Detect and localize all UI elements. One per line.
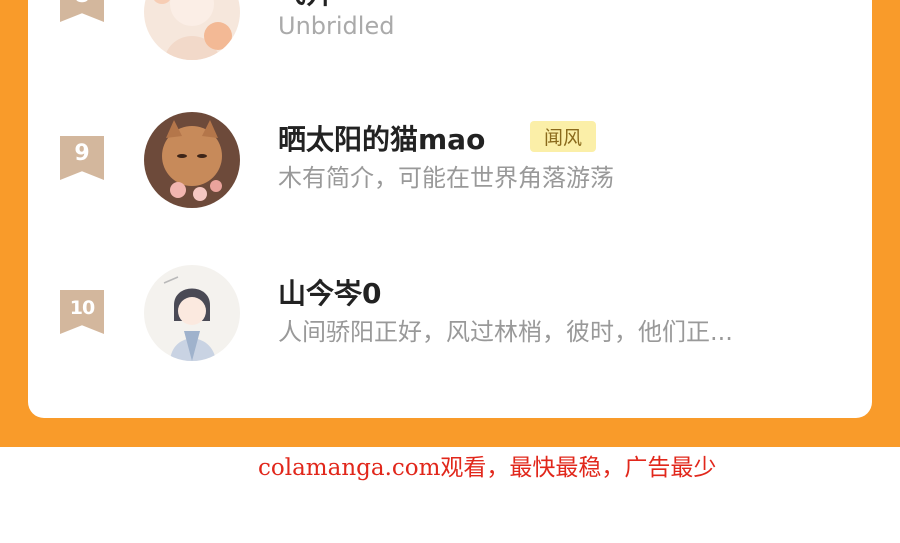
rank-badge: 8 bbox=[60, 0, 104, 22]
rank-badge: 9 bbox=[60, 136, 104, 180]
ranking-card: 8 飞开 Unbridled 9 bbox=[28, 0, 872, 418]
rank-badge: 10 bbox=[60, 290, 104, 334]
user-tag-badge: 闻风 bbox=[530, 121, 597, 152]
avatar-image bbox=[144, 265, 240, 361]
avatar-image bbox=[144, 112, 240, 208]
ranking-row-8[interactable]: 8 飞开 Unbridled bbox=[28, 0, 872, 60]
site-watermark-text: colamanga.com观看，最快最稳，广告最少 bbox=[258, 455, 717, 481]
user-name[interactable]: 飞开 bbox=[278, 0, 334, 12]
user-bio: 人间骄阳正好，风过林梢，彼时，他们正... bbox=[278, 318, 733, 346]
avatar[interactable] bbox=[144, 265, 240, 361]
ranking-row-9[interactable]: 9 晒太阳的猫mao 闻风 木有简介，可能在世界角落游荡 bbox=[28, 108, 872, 208]
ranking-row-10[interactable]: 10 山今岑0 人间骄阳正好，风过林梢，彼时，他们正... bbox=[28, 262, 872, 362]
user-bio: Unbridled bbox=[278, 12, 395, 40]
avatar-image bbox=[144, 0, 240, 60]
user-name[interactable]: 山今岑0 bbox=[278, 272, 381, 312]
user-bio: 木有简介，可能在世界角落游荡 bbox=[278, 164, 614, 192]
avatar[interactable] bbox=[144, 112, 240, 208]
avatar[interactable] bbox=[144, 0, 240, 60]
user-name[interactable]: 晒太阳的猫mao bbox=[278, 118, 485, 158]
